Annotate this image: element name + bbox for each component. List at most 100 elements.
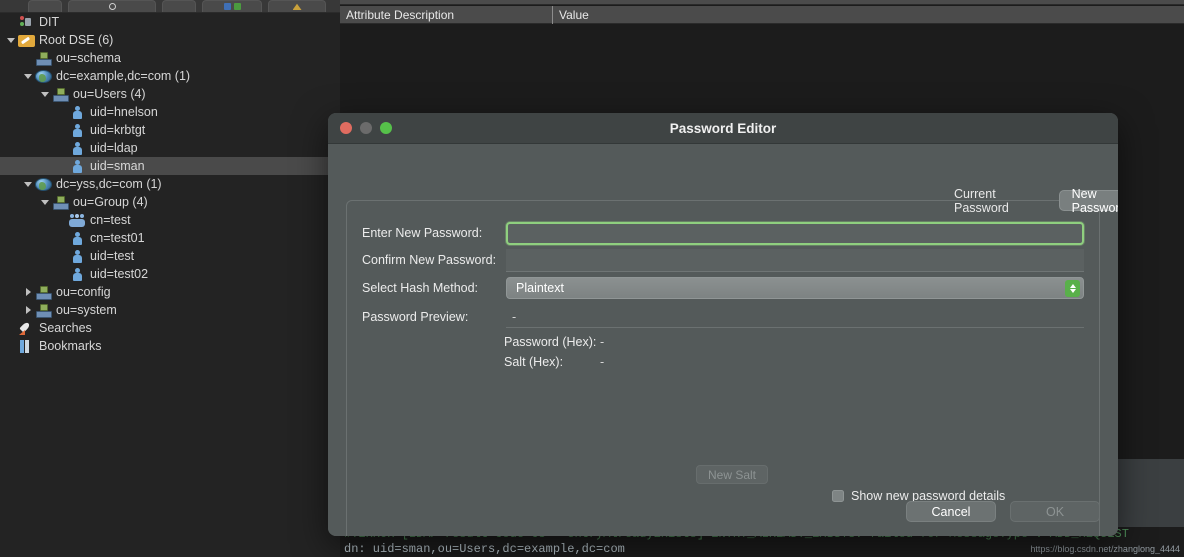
dialog-title: Password Editor	[669, 120, 777, 136]
tree-item-label: dc=example,dc=com (1)	[56, 69, 191, 83]
chevron-down-icon[interactable]	[38, 200, 52, 205]
toolbar-button-2[interactable]	[162, 0, 196, 12]
person-icon	[69, 141, 86, 156]
password-preview-row: Password Preview:	[362, 310, 468, 324]
tree-item-dit[interactable]: DIT	[0, 13, 340, 31]
tree-item-label: uid=ldap	[90, 141, 138, 155]
tree-item-label: uid=test02	[90, 267, 149, 281]
tree-item-ou-users-4[interactable]: ou=Users (4)	[0, 85, 340, 103]
triangle-icon	[292, 3, 302, 10]
tree-item-dc-yss-dc-com-1[interactable]: dc=yss,dc=com (1)	[0, 175, 340, 193]
ok-button[interactable]: OK	[1010, 501, 1100, 522]
tab-new-password[interactable]: New Password	[1058, 187, 1118, 215]
tree-item-ou-schema[interactable]: ou=schema	[0, 49, 340, 67]
tree-item-label: uid=krbtgt	[90, 123, 146, 137]
dialog-footer: Cancel OK	[328, 492, 1118, 536]
tree-item-uid-test02[interactable]: uid=test02	[0, 265, 340, 283]
toolbar-button-3[interactable]	[202, 0, 262, 12]
person-icon	[69, 159, 86, 174]
password-hex-value: -	[600, 335, 605, 349]
dialog-body: Current Password New Password Enter New …	[328, 144, 1118, 536]
folder-edit-icon	[18, 35, 35, 47]
tree-item-label: Bookmarks	[39, 339, 102, 353]
tree-item-uid-test[interactable]: uid=test	[0, 247, 340, 265]
chevron-down-icon[interactable]	[38, 92, 52, 97]
tree-item-label: DIT	[39, 15, 60, 29]
enter-new-password-row: Enter New Password:	[362, 226, 482, 240]
screen-root: DIT Root DSE (6) ou=schema dc=example,dc=co…	[0, 0, 1184, 557]
rocket-icon	[18, 321, 35, 335]
tree-item-dc-example-dc-com-1[interactable]: dc=example,dc=com (1)	[0, 67, 340, 85]
ldap-browser-tree[interactable]: DIT Root DSE (6) ou=schema dc=example,dc=co…	[0, 13, 340, 557]
tree-item-label: ou=Users (4)	[73, 87, 146, 101]
password-hex-row: Password (Hex): -	[504, 335, 604, 349]
server-icon	[18, 15, 35, 30]
cancel-button[interactable]: Cancel	[906, 501, 996, 522]
tree-item-label: dc=yss,dc=com (1)	[56, 177, 162, 191]
attribute-table-header: Attribute Description Value	[340, 5, 1184, 24]
chevron-down-icon[interactable]	[21, 74, 35, 79]
password-preview-value: -	[506, 306, 1084, 328]
stepper-icon[interactable]	[1065, 280, 1080, 297]
hash-method-dropdown[interactable]: Plaintext	[506, 277, 1084, 299]
tree-item-bookmarks[interactable]: Bookmarks	[0, 337, 340, 355]
tree-item-label: ou=system	[56, 303, 117, 317]
person-icon	[69, 249, 86, 264]
password-preview-label: Password Preview:	[362, 310, 469, 324]
chevron-right-icon[interactable]	[21, 306, 35, 314]
toolbar-combo[interactable]	[68, 0, 156, 12]
chevron-down-icon[interactable]	[21, 182, 35, 187]
gear-icon	[108, 3, 116, 10]
tree-item-label: cn=test	[90, 213, 131, 227]
new-salt-button[interactable]: New Salt	[696, 465, 768, 484]
tree-item-ou-config[interactable]: ou=config	[0, 283, 340, 301]
bookmarks-icon	[18, 339, 35, 354]
globe-icon	[35, 70, 52, 83]
tree-item-searches[interactable]: Searches	[0, 319, 340, 337]
password-editor-dialog: Password Editor Current Password New Pas…	[328, 113, 1118, 536]
main-toolbar	[0, 0, 340, 13]
tree-item-label: ou=Group (4)	[73, 195, 148, 209]
tree-item-label: ou=schema	[56, 51, 121, 65]
salt-hex-row: Salt (Hex): -	[504, 355, 604, 369]
tree-item-cn-test[interactable]: cn=test	[0, 211, 340, 229]
select-hash-method-label: Select Hash Method:	[362, 281, 479, 295]
enter-new-password-input[interactable]	[506, 222, 1084, 245]
blue-square-icon	[223, 3, 231, 10]
tree-item-uid-krbtgt[interactable]: uid=krbtgt	[0, 121, 340, 139]
select-hash-method-row: Select Hash Method:	[362, 281, 478, 295]
enter-new-password-label: Enter New Password:	[362, 226, 483, 240]
column-header-attribute-description[interactable]: Attribute Description	[340, 8, 552, 22]
tree-item-label: uid=sman	[90, 159, 145, 173]
confirm-new-password-input[interactable]	[506, 249, 1084, 272]
toolbar-button-1[interactable]	[28, 0, 62, 12]
salt-hex-label: Salt (Hex):	[504, 355, 564, 369]
tree-item-label: ou=config	[56, 285, 111, 299]
tree-item-label: uid=test	[90, 249, 135, 263]
chevron-right-icon[interactable]	[21, 288, 35, 296]
toolbar-button-4[interactable]	[268, 0, 326, 12]
password-hex-label: Password (Hex):	[504, 335, 597, 349]
hash-method-selected-value: Plaintext	[516, 281, 564, 295]
dialog-titlebar[interactable]: Password Editor	[328, 113, 1118, 144]
ou-icon	[52, 195, 69, 210]
chevron-down-icon[interactable]	[4, 38, 18, 43]
tree-item-uid-ldap[interactable]: uid=ldap	[0, 139, 340, 157]
tree-item-ou-group-4[interactable]: ou=Group (4)	[0, 193, 340, 211]
tree-item-root-dse-6[interactable]: Root DSE (6)	[0, 31, 340, 49]
tab-current-password[interactable]: Current Password	[941, 187, 1059, 215]
person-icon	[69, 123, 86, 138]
tree-item-ou-system[interactable]: ou=system	[0, 301, 340, 319]
ou-icon	[35, 285, 52, 300]
confirm-new-password-label: Confirm New Password:	[362, 253, 497, 267]
salt-hex-value: -	[600, 355, 605, 369]
watermark-text: https://blog.csdn.net/zhanglong_4444	[1030, 544, 1180, 554]
column-header-value[interactable]: Value	[553, 8, 589, 22]
globe-icon	[35, 178, 52, 191]
tree-item-uid-hnelson[interactable]: uid=hnelson	[0, 103, 340, 121]
tree-item-label: uid=hnelson	[90, 105, 158, 119]
chevron-down-icon	[1069, 289, 1076, 293]
tree-item-cn-test01[interactable]: cn=test01	[0, 229, 340, 247]
tree-item-uid-sman[interactable]: uid=sman	[0, 157, 340, 175]
confirm-new-password-row: Confirm New Password:	[362, 253, 496, 267]
